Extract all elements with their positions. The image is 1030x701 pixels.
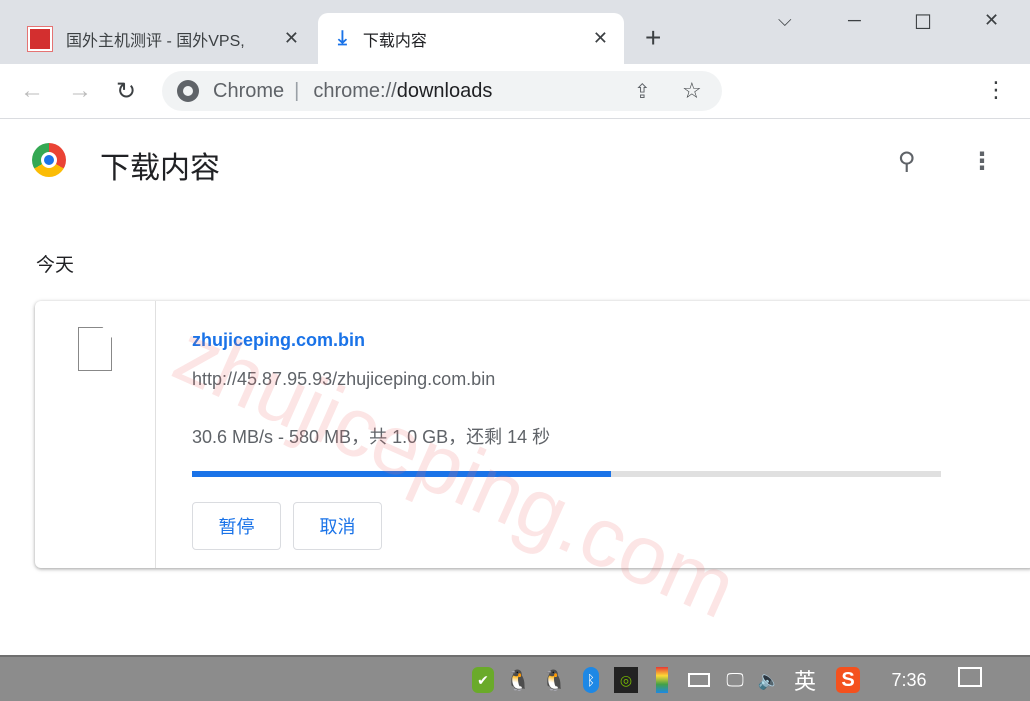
cancel-button[interactable]: 取消	[293, 502, 382, 550]
address-bar[interactable]: Chrome | chrome:// downloads ⇪ ☆	[162, 71, 722, 111]
toolbar: ← → ↻ Chrome | chrome:// downloads ⇪ ☆ ⋮	[0, 64, 1030, 119]
bookmark-star-icon[interactable]: ☆	[682, 78, 702, 104]
chrome-icon	[177, 80, 199, 102]
tab-downloads[interactable]: ⤓ 下载内容 ✕	[318, 13, 624, 64]
tab-bar: 国外主机测评 - 国外VPS, ✕ ⤓ 下载内容 ✕ + ⌵ ─ ☐ ✕	[0, 0, 1030, 64]
chrome-logo-icon	[32, 143, 66, 177]
color-app-icon[interactable]	[656, 667, 668, 693]
search-icon[interactable]: ⚲	[898, 147, 916, 176]
file-name-link[interactable]: zhujiceping.com.bin	[192, 330, 365, 351]
url-prefix: chrome://	[313, 79, 397, 102]
progress-fill	[192, 471, 612, 477]
security-icon[interactable]: ✔	[472, 667, 494, 693]
new-tab-button[interactable]: +	[645, 22, 661, 54]
nvidia-icon[interactable]: ◎	[614, 667, 638, 693]
ime-indicator[interactable]: 英	[792, 667, 818, 694]
notification-icon[interactable]	[958, 667, 982, 687]
qq-icon[interactable]: 🐧	[506, 667, 531, 693]
qq-icon[interactable]: 🐧	[542, 667, 567, 693]
sogou-icon[interactable]: S	[836, 667, 860, 693]
download-item: zhujiceping.com.bin http://45.87.95.93/z…	[35, 301, 1030, 568]
tab-title: 下载内容	[362, 32, 427, 50]
tab-zhujiceping[interactable]: 国外主机测评 - 国外VPS, ✕	[20, 13, 315, 64]
volume-icon[interactable]: 🔈	[758, 667, 780, 693]
close-tab-icon[interactable]: ✕	[284, 28, 299, 49]
downloads-header: 下载内容 ⚲ ⋮	[0, 119, 1030, 204]
forward-button[interactable]: →	[68, 77, 92, 105]
bluetooth-icon[interactable]: ᛒ	[583, 667, 599, 693]
pause-button[interactable]: 暂停	[192, 502, 281, 550]
site-favicon-icon	[28, 26, 52, 51]
url-path: downloads	[396, 79, 493, 102]
clock[interactable]: 7:36	[886, 667, 932, 693]
date-section-label: 今天	[36, 255, 75, 276]
battery-icon[interactable]	[688, 673, 710, 687]
separator: |	[294, 79, 300, 102]
share-icon[interactable]: ⇪	[634, 79, 651, 104]
site-label: Chrome	[213, 79, 285, 102]
reload-button[interactable]: ↻	[116, 77, 136, 106]
close-tab-icon[interactable]: ✕	[593, 28, 608, 49]
file-icon	[78, 327, 112, 371]
page-title: 下载内容	[100, 152, 220, 185]
maximize-button[interactable]: ☐	[914, 10, 932, 35]
chrome-menu-button[interactable]: ⋮	[985, 77, 1007, 103]
minimize-button[interactable]: ─	[848, 10, 861, 31]
back-button[interactable]: ←	[20, 77, 44, 105]
divider	[155, 301, 156, 568]
download-icon: ⤓	[338, 27, 347, 49]
progress-bar	[192, 471, 941, 477]
close-window-button[interactable]: ✕	[984, 10, 999, 31]
download-status: 30.6 MB/s - 580 MB，共 1.0 GB，还剩 14 秒	[192, 427, 551, 447]
more-menu-icon[interactable]: ⋮	[970, 147, 994, 176]
network-icon[interactable]: 🖵	[723, 667, 747, 693]
tab-search-icon[interactable]: ⌵	[778, 10, 792, 31]
tab-title: 国外主机测评 - 国外VPS,	[66, 32, 245, 50]
taskbar: ✔ 🐧 🐧 ᛒ ◎ 🖵 🔈 英 S 7:36	[0, 655, 1030, 701]
file-url[interactable]: http://45.87.95.93/zhujiceping.com.bin	[192, 369, 495, 390]
